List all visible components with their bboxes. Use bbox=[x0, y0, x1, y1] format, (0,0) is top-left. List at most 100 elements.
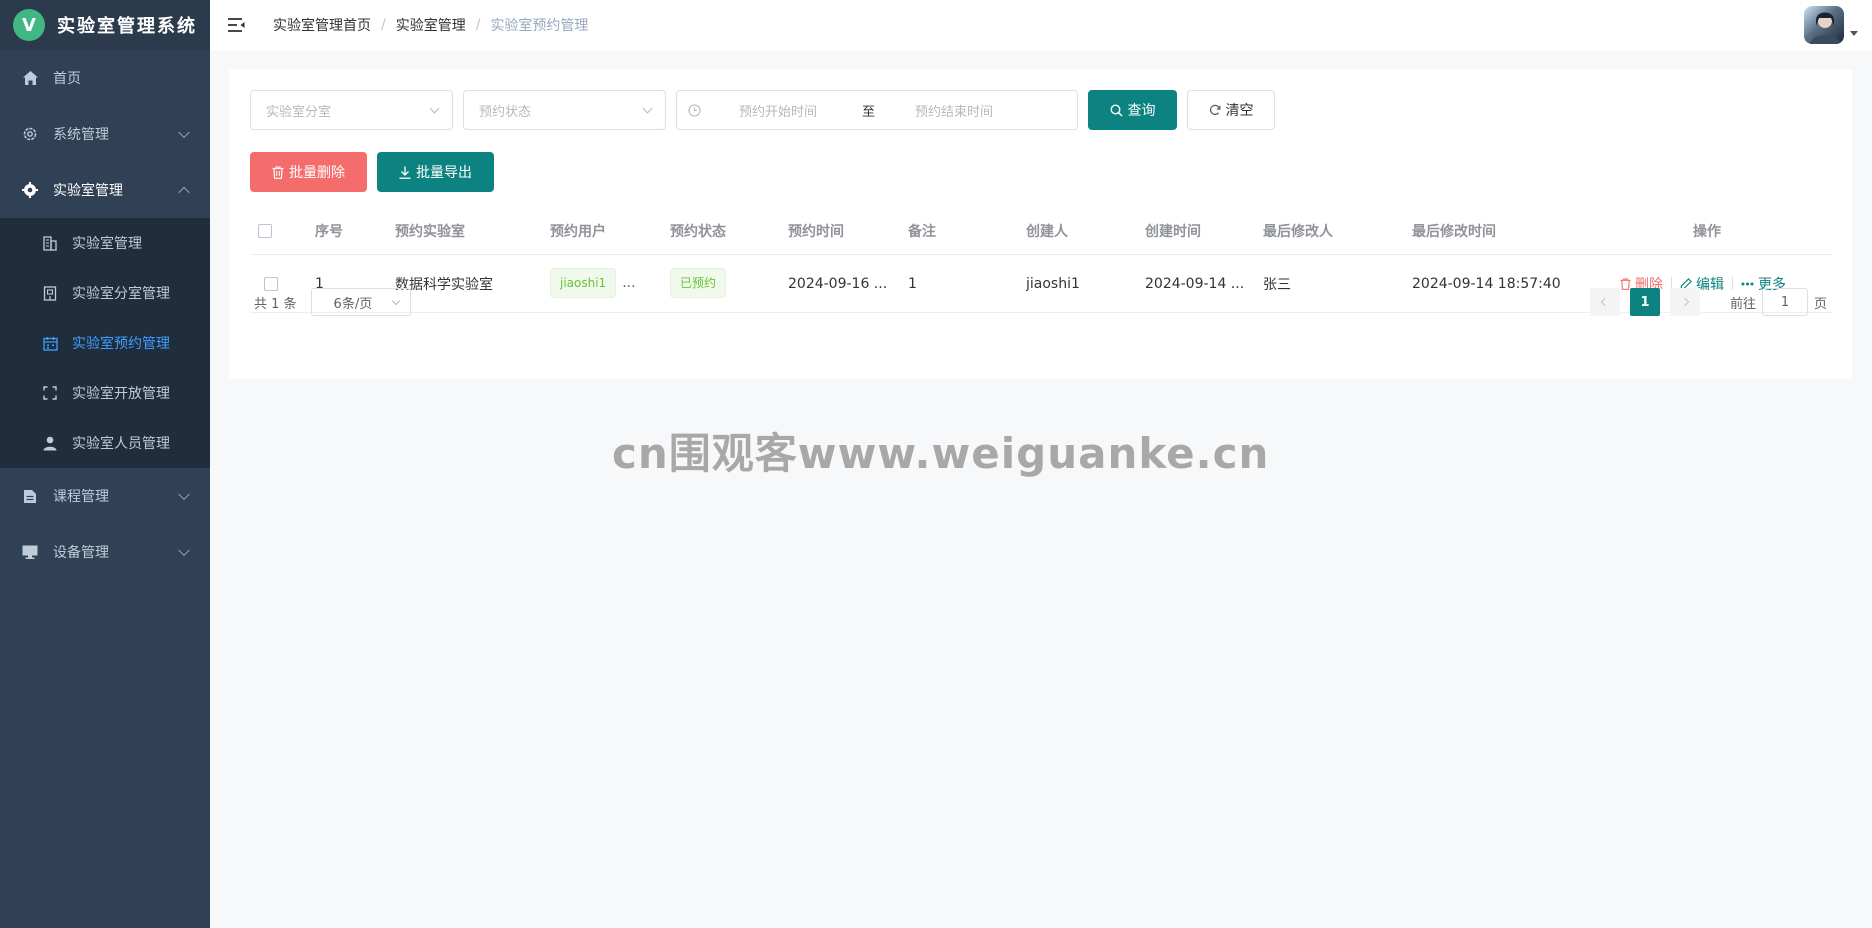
goto-prefix: 前往 bbox=[1729, 296, 1756, 312]
batch-delete-button[interactable]: 批量删除 bbox=[250, 152, 367, 192]
column-header[interactable]: 预约用户 bbox=[550, 221, 606, 241]
page-size-select[interactable]: 6条/页 bbox=[310, 288, 411, 316]
chevron-down-icon bbox=[429, 103, 440, 114]
sidebar-subitem-lab-manage[interactable]: 实验室管理 bbox=[0, 218, 210, 268]
room-icon bbox=[42, 285, 58, 301]
sidebar-item-lab[interactable]: 实验室管理 bbox=[0, 162, 210, 218]
goto-page: 前往 1 页 bbox=[1730, 288, 1827, 316]
avatar[interactable] bbox=[1804, 6, 1844, 44]
sidebar-subitem-label: 实验室分室管理 bbox=[72, 286, 170, 302]
breadcrumb-parent[interactable]: 实验室管理 bbox=[396, 15, 466, 35]
sidebar-subitem-room-manage[interactable]: 实验室分室管理 bbox=[0, 268, 210, 318]
column-header[interactable]: 创建时间 bbox=[1145, 221, 1201, 241]
range-separator: 至 bbox=[862, 104, 876, 120]
batch-actions: 批量删除 批量导出 bbox=[250, 152, 504, 192]
prev-page-button[interactable] bbox=[1589, 288, 1620, 316]
sidebar-item-label: 设备管理 bbox=[53, 545, 109, 561]
chevron-down-icon bbox=[642, 103, 653, 114]
cog-icon bbox=[22, 182, 38, 198]
document-icon bbox=[22, 488, 38, 504]
row-user: jiaoshi1... bbox=[550, 268, 636, 298]
main-card: 实验室分室 预约状态 预约开始时间 至 预约结束时间 查询 清空 批量删除 批量… bbox=[229, 70, 1852, 379]
sidebar-item-label: 系统管理 bbox=[53, 127, 109, 143]
column-header[interactable]: 最后修改人 bbox=[1263, 221, 1333, 241]
search-button[interactable]: 查询 bbox=[1088, 90, 1177, 130]
row-time: 2024-09-16 ... bbox=[788, 275, 888, 292]
sidebar-subitem-reservation-manage[interactable]: 实验室预约管理 bbox=[0, 318, 210, 368]
sidebar-subitem-label: 实验室管理 bbox=[72, 236, 142, 252]
select-all-checkbox[interactable] bbox=[258, 223, 272, 238]
menu-fold-icon[interactable] bbox=[227, 16, 245, 34]
navbar: 实验室管理首页 / 实验室管理 / 实验室预约管理 bbox=[210, 0, 1872, 50]
sidebar-subitem-staff-manage[interactable]: 实验室人员管理 bbox=[0, 418, 210, 468]
sidebar-item-label: 实验室管理 bbox=[53, 183, 123, 199]
sidebar-item-system[interactable]: 系统管理 bbox=[0, 106, 210, 162]
more-icon bbox=[1741, 282, 1754, 285]
next-page-button[interactable] bbox=[1669, 288, 1700, 316]
app-title: 实验室管理系统 bbox=[57, 16, 197, 37]
page-size-value: 6条/页 bbox=[333, 296, 373, 312]
gear-icon bbox=[22, 126, 38, 142]
column-header[interactable]: 最后修改时间 bbox=[1412, 221, 1496, 241]
sidebar-item-label: 课程管理 bbox=[53, 489, 109, 505]
user-icon bbox=[42, 435, 58, 451]
breadcrumb-current: 实验室预约管理 bbox=[490, 18, 589, 34]
clock-icon bbox=[688, 104, 701, 121]
sidebar-item-device[interactable]: 设备管理 bbox=[0, 524, 210, 580]
lab-submenu: 实验室管理 实验室分室管理 实验室预约管理 实验室开放管理 实验室人员管理 bbox=[0, 218, 210, 468]
chevron-up-icon bbox=[178, 186, 190, 199]
date-range-picker[interactable]: 预约开始时间 至 预约结束时间 bbox=[676, 90, 1078, 130]
batch-export-label: 批量导出 bbox=[416, 165, 472, 181]
column-header[interactable]: 备注 bbox=[908, 221, 936, 241]
batch-export-button[interactable]: 批量导出 bbox=[377, 152, 494, 192]
column-header[interactable]: 序号 bbox=[315, 221, 343, 241]
breadcrumb-separator: / bbox=[381, 17, 386, 33]
column-header[interactable]: 预约时间 bbox=[788, 221, 844, 241]
clear-button[interactable]: 清空 bbox=[1187, 90, 1275, 130]
sidebar-subitem-open-manage[interactable]: 实验室开放管理 bbox=[0, 368, 210, 418]
sidebar-item-home[interactable]: 首页 bbox=[0, 50, 210, 106]
room-select[interactable]: 实验室分室 bbox=[250, 90, 453, 130]
chevron-left-icon bbox=[1600, 297, 1610, 307]
breadcrumb-home[interactable]: 实验室管理首页 bbox=[273, 15, 371, 35]
column-header[interactable]: 创建人 bbox=[1026, 221, 1068, 241]
sidebar-item-course[interactable]: 课程管理 bbox=[0, 468, 210, 524]
column-header[interactable]: 预约状态 bbox=[670, 221, 726, 241]
sidebar-item-label: 首页 bbox=[53, 71, 81, 87]
batch-delete-label: 批量删除 bbox=[289, 165, 345, 181]
goto-page-input[interactable]: 1 bbox=[1761, 288, 1808, 316]
status-select-placeholder: 预约状态 bbox=[479, 104, 532, 120]
user-more: ... bbox=[622, 275, 636, 291]
sidebar-subitem-label: 实验室预约管理 bbox=[72, 336, 170, 352]
pagination-info: 共 1 条 6条/页 bbox=[254, 288, 411, 316]
watermark: cn围观客www.weiguanke.cn bbox=[612, 429, 1270, 478]
goto-suffix: 页 bbox=[1813, 296, 1827, 312]
download-icon bbox=[399, 166, 411, 179]
chevron-right-icon bbox=[1680, 297, 1690, 307]
status-select[interactable]: 预约状态 bbox=[463, 90, 666, 130]
caret-down-icon[interactable] bbox=[1850, 31, 1858, 36]
start-time-input[interactable]: 预约开始时间 bbox=[739, 101, 817, 120]
chevron-down-icon bbox=[391, 296, 400, 306]
sidebar: V 实验室管理系统 首页 系统管理 实验室管理 实验室管理 实验室分室管理 实验… bbox=[0, 0, 210, 928]
search-button-label: 查询 bbox=[1127, 103, 1156, 119]
row-remark: 1 bbox=[908, 275, 917, 292]
search-icon bbox=[1109, 103, 1123, 117]
pagination: 1 前往 1 页 bbox=[1580, 288, 1827, 316]
sidebar-subitem-label: 实验室开放管理 bbox=[72, 386, 170, 402]
room-select-placeholder: 实验室分室 bbox=[266, 104, 332, 120]
vue-logo-icon: V bbox=[13, 9, 45, 41]
total-count: 共 1 条 bbox=[254, 296, 297, 312]
column-header: 操作 bbox=[1693, 223, 1721, 240]
chevron-down-icon bbox=[178, 488, 190, 501]
clear-button-label: 清空 bbox=[1225, 103, 1254, 119]
column-header[interactable]: 预约实验室 bbox=[395, 221, 465, 241]
row-created: 2024-09-14 ... bbox=[1145, 275, 1245, 292]
page-number-active[interactable]: 1 bbox=[1629, 288, 1660, 316]
brand[interactable]: V 实验室管理系统 bbox=[0, 0, 210, 50]
breadcrumb: 实验室管理首页 / 实验室管理 / 实验室预约管理 bbox=[273, 15, 588, 35]
calendar-icon bbox=[42, 335, 58, 351]
chevron-down-icon bbox=[178, 126, 190, 139]
end-time-input[interactable]: 预约结束时间 bbox=[915, 101, 993, 120]
breadcrumb-separator: / bbox=[475, 17, 481, 33]
